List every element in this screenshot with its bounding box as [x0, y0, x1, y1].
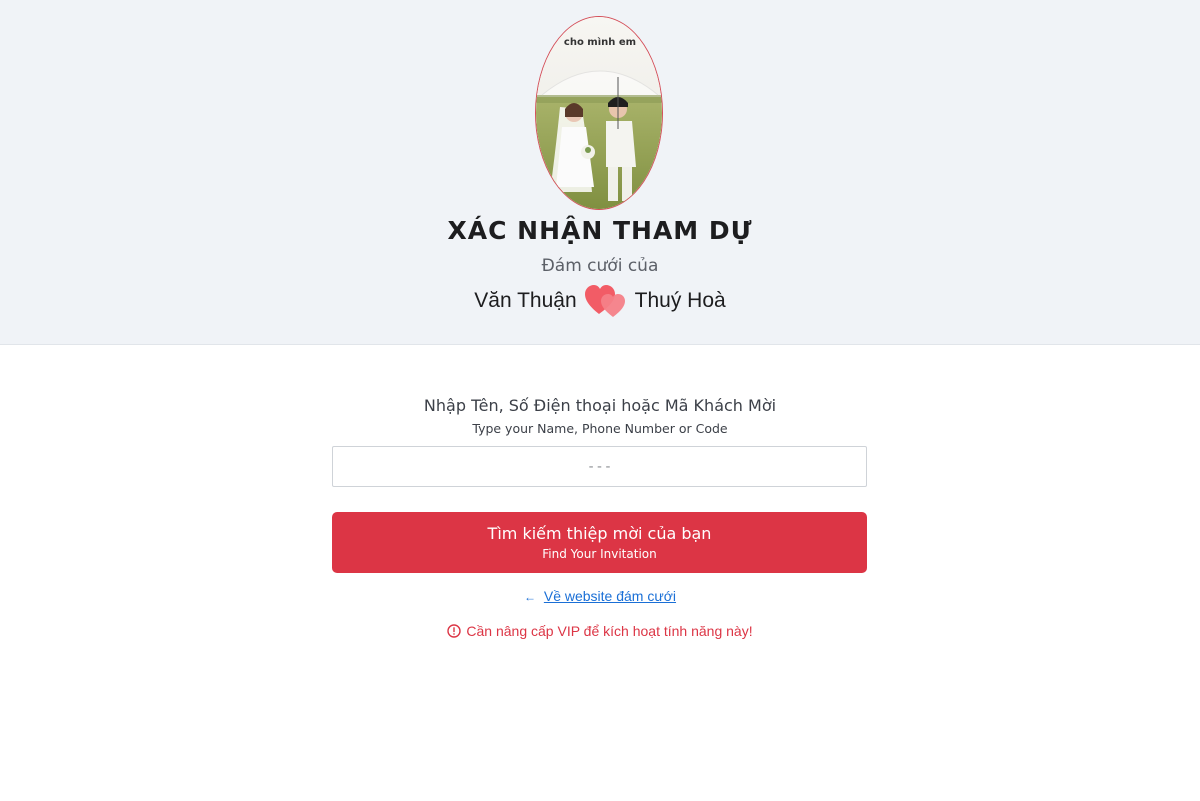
find-invitation-label: Tìm kiếm thiệp mời của bạn [487, 523, 712, 543]
page-title: XÁC NHẬN THAM DỰ [447, 216, 753, 245]
vip-warning: Cần nâng cấp VIP để kích hoạt tính năng … [0, 623, 1200, 639]
couple-photo: cho mình em [535, 16, 663, 210]
alert-circle-icon [447, 624, 462, 638]
guest-search-input[interactable] [332, 446, 867, 487]
page-subtitle: Đám cưới của [541, 256, 659, 276]
search-prompt: Nhập Tên, Số Điện thoại hoặc Mã Khách Mờ… [423, 396, 777, 415]
groom-name: Văn Thuận [474, 289, 577, 312]
back-to-website-link[interactable]: ← Về website đám cưới [524, 588, 676, 604]
hearts-icon [584, 284, 627, 318]
back-link-label: Về website đám cưới [543, 588, 677, 604]
search-prompt-en: Type your Name, Phone Number or Code [472, 421, 728, 436]
find-invitation-label-en: Find Your Invitation [542, 546, 657, 561]
bride-name: Thuý Hoà [634, 289, 726, 312]
arrow-left-icon: ← [523, 590, 536, 604]
couple-names: Văn Thuận Thuý Hoà [0, 284, 1200, 318]
vip-warning-text: Cần nâng cấp VIP để kích hoạt tính năng … [466, 623, 753, 639]
find-invitation-button[interactable]: Tìm kiếm thiệp mời của bạn Find Your Inv… [332, 512, 867, 573]
back-link-row: ← Về website đám cưới [0, 588, 1200, 604]
couple-photo-image: cho mình em [536, 17, 662, 209]
photo-caption: cho mình em [564, 36, 636, 48]
header: cho mình em XÁC NHẬN THAM DỰ Đám cưới củ… [0, 0, 1200, 345]
